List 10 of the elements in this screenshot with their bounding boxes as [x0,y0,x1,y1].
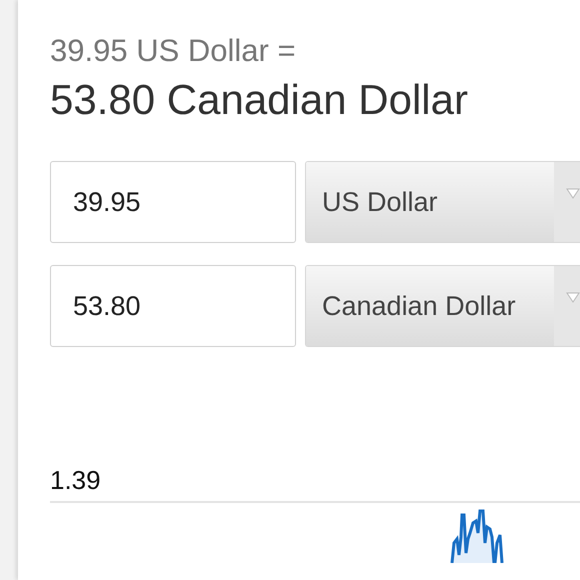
conversion-source-text: 39.95 US Dollar = [50,33,297,69]
currency-select[interactable]: US Dollar [305,161,580,243]
caret-icon [566,292,580,303]
rate-chart-drawing [450,510,504,563]
conversion-result-text: 53.80 Canadian Dollar [50,75,469,125]
caret-icon [566,188,580,199]
amount-field[interactable]: 39.95 [50,161,296,243]
currency-select[interactable]: Canadian Dollar [305,265,580,347]
chart-axis-label: 1.39 [50,465,102,495]
amount-field[interactable]: 53.80 [50,265,296,347]
